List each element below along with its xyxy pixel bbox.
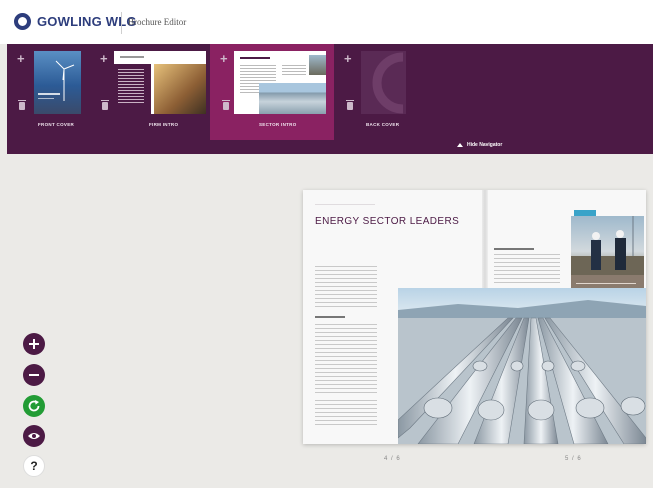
refresh-icon — [28, 400, 40, 412]
eye-icon — [28, 433, 40, 439]
zoom-in-button[interactable] — [23, 333, 45, 355]
engineers-photo[interactable] — [571, 216, 644, 275]
firm-intro-preview — [114, 51, 206, 114]
thumb-label: FRONT COVER — [38, 122, 75, 127]
spread-title[interactable]: ENERGY SECTOR LEADERS — [315, 216, 459, 227]
wind-turbine-icon — [38, 60, 75, 101]
body-text-block[interactable] — [494, 254, 560, 286]
back-cover-preview — [361, 51, 406, 114]
delete-page-trash-icon[interactable] — [101, 100, 109, 110]
thumb-label: FIRM INTRO — [149, 122, 179, 127]
sector-intro-preview — [234, 51, 326, 114]
zoom-out-button[interactable] — [23, 364, 45, 386]
brochure-spread[interactable]: ENERGY SECTOR LEADERS — [303, 190, 646, 444]
engineers-image — [571, 216, 644, 275]
body-text-block[interactable] — [315, 400, 377, 426]
thumb-label: SECTOR INTRO — [259, 122, 297, 127]
top-header: GOWLING WLG Brochure Editor — [0, 0, 653, 44]
delete-page-trash-icon[interactable] — [222, 100, 230, 110]
page-thumb-back-cover[interactable]: + BACK COVER — [334, 44, 424, 140]
gowling-logo[interactable]: GOWLING WLG — [14, 13, 137, 30]
logo-ring-icon — [14, 13, 31, 30]
subheading — [315, 316, 345, 318]
header-divider — [121, 12, 122, 34]
page-thumb-front-cover[interactable]: + FRONT COVER — [7, 44, 97, 140]
preview-button[interactable] — [23, 425, 45, 447]
app-title: Brochure Editor — [128, 17, 187, 27]
hide-navigator-label: Hide Navigator — [467, 142, 503, 148]
delete-page-trash-icon[interactable] — [18, 100, 26, 110]
pipelines-image — [398, 288, 646, 444]
add-page-plus-icon[interactable]: + — [17, 52, 25, 65]
question-icon: ? — [30, 459, 38, 473]
add-page-plus-icon[interactable]: + — [100, 52, 108, 65]
header-rule — [315, 204, 375, 205]
add-page-plus-icon[interactable]: + — [344, 52, 352, 65]
back-cover-logo-arc-icon — [372, 52, 404, 114]
page-number-right: 5 / 6 — [565, 456, 582, 462]
page-thumb-sector-intro[interactable]: + SECTOR INTRO — [210, 44, 334, 140]
pipelines-photo[interactable] — [398, 288, 646, 444]
page-navigator: + FRONT COVER + FIRM INTRO + SECTOR INTR… — [7, 44, 653, 154]
help-button[interactable]: ? — [23, 455, 45, 477]
delete-page-trash-icon[interactable] — [346, 100, 354, 110]
hide-navigator-toggle[interactable]: Hide Navigator — [457, 142, 502, 148]
body-text-block[interactable] — [315, 324, 377, 394]
thumb-label: BACK COVER — [366, 122, 400, 127]
body-text-block[interactable] — [315, 266, 377, 310]
page-number-left: 4 / 6 — [384, 456, 401, 462]
front-cover-preview — [34, 51, 81, 114]
subheading — [494, 248, 534, 250]
caret-up-icon — [457, 143, 463, 147]
page-thumb-firm-intro[interactable]: + FIRM INTRO — [97, 44, 209, 140]
add-page-plus-icon[interactable]: + — [220, 52, 228, 65]
refresh-button[interactable] — [23, 395, 45, 417]
